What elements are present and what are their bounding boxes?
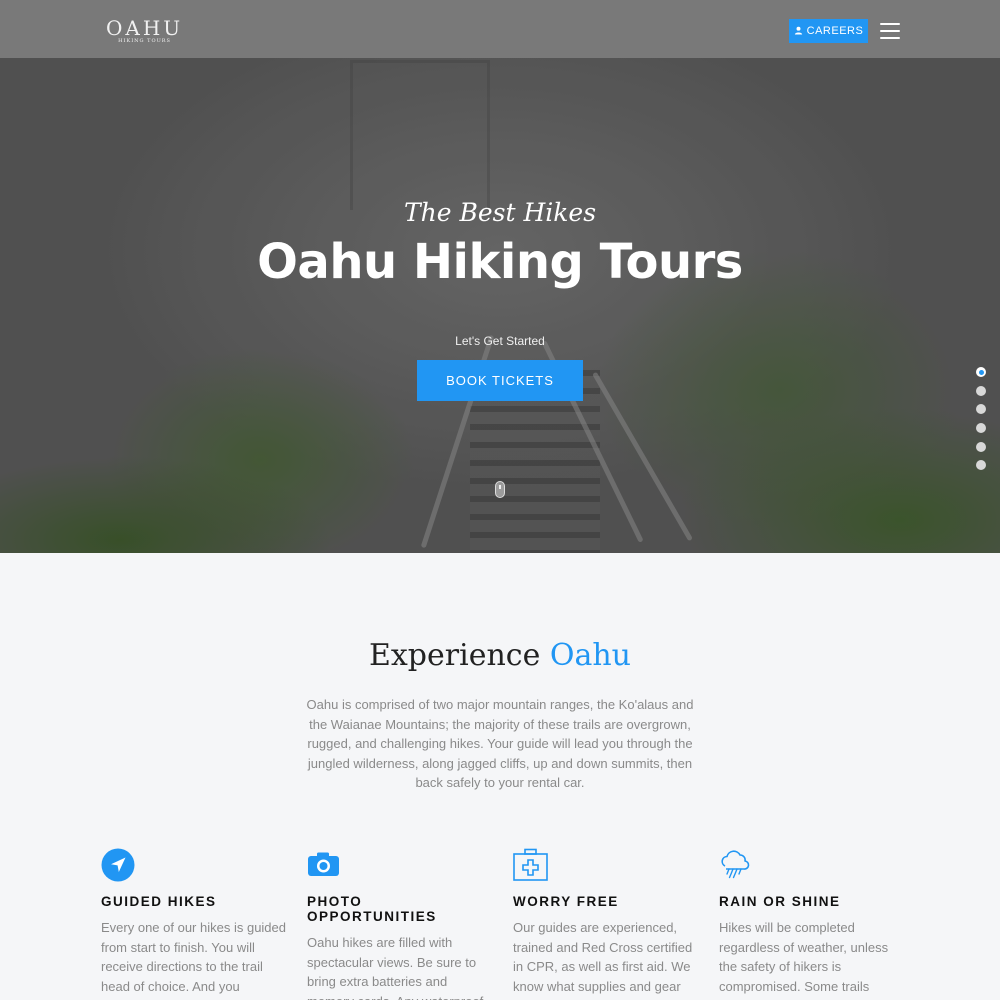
first-aid-kit-icon <box>513 848 549 881</box>
hero-section: OAHU HIKING TOURS CAREERS The Best Hikes… <box>0 0 1000 553</box>
hamburger-menu-icon[interactable] <box>880 23 900 39</box>
feature-title: PHOTO OPPORTUNITIES <box>307 894 437 924</box>
feature-photo-opportunities: PHOTO OPPORTUNITIES Oahu hikes are fille… <box>307 848 492 1000</box>
feature-text: Oahu hikes are filled with spectacular v… <box>307 935 483 1000</box>
careers-label: CAREERS <box>806 25 864 37</box>
feature-title: RAIN OR SHINE <box>719 894 841 909</box>
logo-title: OAHU <box>106 16 184 40</box>
navigation-arrow-icon <box>101 848 137 882</box>
section-description: Oahu is comprised of two major mountain … <box>306 697 694 791</box>
slide-dot-4[interactable] <box>976 423 986 434</box>
feature-rain-or-shine: RAIN OR SHINE Hikes will be completed re… <box>719 848 904 996</box>
camera-icon <box>307 848 343 880</box>
site-logo[interactable]: OAHU HIKING TOURS <box>106 18 183 45</box>
feature-text: Hikes will be completed regardless of we… <box>719 920 889 994</box>
feature-title: WORRY FREE <box>513 894 619 909</box>
slide-dot-2[interactable] <box>976 385 986 396</box>
section-title-accent: Oahu <box>549 638 631 673</box>
hero-title: Oahu Hiking Tours <box>257 234 743 290</box>
slide-dot-1[interactable] <box>976 367 986 377</box>
slide-pagination <box>976 367 988 479</box>
hero-subtitle: The Best Hikes <box>403 198 597 227</box>
section-title: Experience Oahu <box>0 638 1000 673</box>
feature-text: Our guides are experienced, trained and … <box>513 920 693 994</box>
rain-cloud-icon <box>719 848 755 880</box>
slide-dot-3[interactable] <box>976 404 986 415</box>
feature-title: GUIDED HIKES <box>101 894 217 909</box>
slide-dot-6[interactable] <box>976 460 986 471</box>
section-title-plain: Experience <box>368 638 550 673</box>
site-header: OAHU HIKING TOURS CAREERS <box>0 0 1000 58</box>
user-icon <box>794 26 803 37</box>
feature-worry-free: WORRY FREE Our guides are experienced, t… <box>513 848 698 996</box>
slide-dot-5[interactable] <box>976 441 986 452</box>
feature-guided-hikes: GUIDED HIKES Every one of our hikes is g… <box>101 848 286 996</box>
feature-text: Every one of our hikes is guided from st… <box>101 920 286 994</box>
hero-cta-text: Let's Get Started <box>455 334 545 348</box>
mouse-scroll-icon[interactable] <box>495 481 505 498</box>
careers-button[interactable]: CAREERS <box>789 19 868 43</box>
book-tickets-button[interactable]: BOOK TICKETS <box>417 360 583 401</box>
